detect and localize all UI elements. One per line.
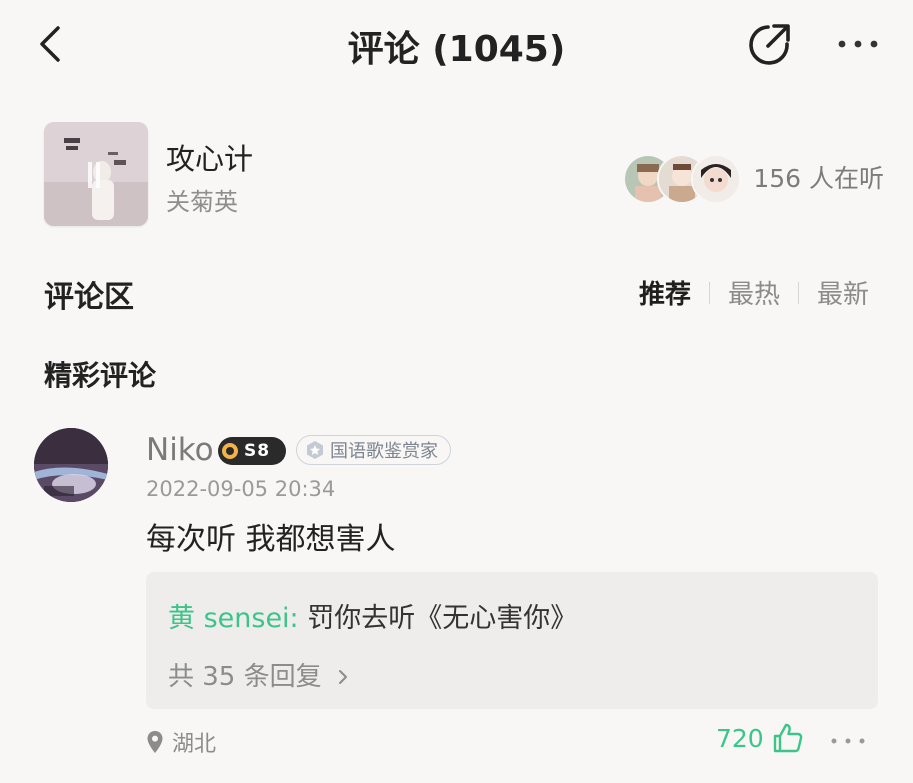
title-badge-label: 国语歌鉴赏家 xyxy=(330,441,438,462)
reply-preview: 黄 sensei: 罚你去听《无心害你》 xyxy=(168,596,577,635)
sort-tab-newest[interactable]: 最新 xyxy=(817,274,869,311)
album-cover[interactable] xyxy=(44,122,148,226)
header-bar: 评论 (1045) xyxy=(0,0,913,90)
title-badge[interactable]: 国语歌鉴赏家 xyxy=(296,435,451,465)
comments-page: 评论 (1045) 攻心计 关菊英 156 人在听 评论区 推荐 最热 最新 精… xyxy=(0,0,913,783)
song-artist[interactable]: 关菊英 xyxy=(166,182,238,217)
reply-preview-box[interactable]: 黄 sensei: 罚你去听《无心害你》 共 35 条回复 xyxy=(146,572,878,709)
reply-count-link[interactable]: 共 35 条回复 xyxy=(168,656,350,693)
thumbs-up-icon xyxy=(773,723,803,753)
level-text: S8 xyxy=(244,441,271,461)
avatar xyxy=(691,154,742,204)
level-ring-icon xyxy=(222,443,238,459)
song-title[interactable]: 攻心计 xyxy=(166,136,253,178)
reply-text: 罚你去听《无心害你》 xyxy=(298,603,578,634)
commenter-username[interactable]: Niko xyxy=(146,432,214,468)
comment-location: 湖北 xyxy=(146,726,216,758)
comment-more-icon[interactable] xyxy=(828,732,868,750)
sort-tabs: 推荐 最热 最新 xyxy=(639,274,869,311)
chevron-right-icon xyxy=(338,670,347,684)
hexagon-badge-icon xyxy=(307,441,323,459)
level-badge[interactable]: S8 xyxy=(218,437,286,465)
like-count: 720 xyxy=(716,723,764,753)
listeners-count: 156 人在听 xyxy=(753,164,884,193)
song-info-card: 攻心计 关菊英 156 人在听 xyxy=(44,122,884,228)
comments-section-title: 评论区 xyxy=(44,280,134,315)
listener-avatars xyxy=(623,152,742,204)
comment-timestamp: 2022-09-05 20:34 xyxy=(146,477,336,501)
sort-divider xyxy=(708,281,710,304)
reply-username[interactable]: 黄 sensei: xyxy=(168,603,299,634)
sort-tab-recommended[interactable]: 推荐 xyxy=(639,274,691,311)
sort-tab-hottest[interactable]: 最热 xyxy=(728,274,780,311)
share-icon[interactable] xyxy=(744,18,796,70)
location-pin-icon xyxy=(147,731,163,753)
like-button[interactable]: 720 xyxy=(716,722,804,754)
featured-comments-heading: 精彩评论 xyxy=(44,359,157,392)
location-text: 湖北 xyxy=(172,732,217,757)
commenter-avatar[interactable] xyxy=(34,428,108,502)
more-horizontal-icon[interactable] xyxy=(832,30,884,58)
sort-divider xyxy=(797,281,799,304)
comment-text: 每次听 我都想害人 xyxy=(146,522,396,557)
listeners-group[interactable]: 156 人在听 xyxy=(623,152,884,204)
reply-count-text: 共 35 条回复 xyxy=(168,662,322,692)
